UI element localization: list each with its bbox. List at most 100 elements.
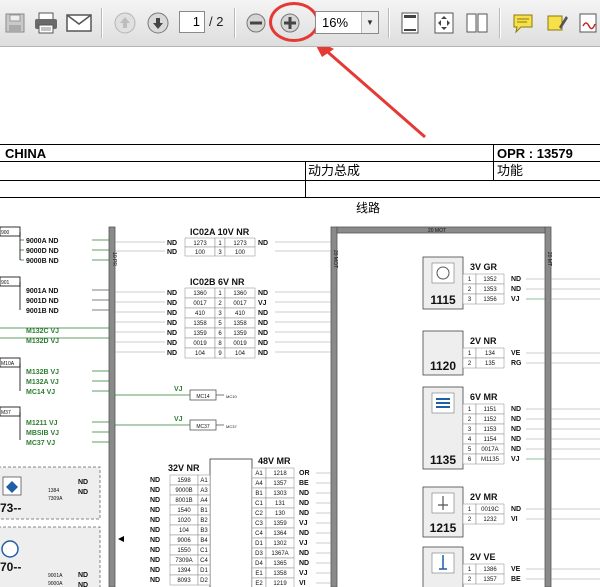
wire-label: ND: [167, 310, 177, 317]
frame-tag: 20 MT: [546, 252, 552, 266]
pin-number: A4: [255, 481, 263, 487]
pin-wire-number: 1359: [193, 331, 207, 337]
pin-wire-number: 1550: [177, 548, 191, 554]
wire-label: ND: [299, 490, 309, 497]
connector-title: 2V VE: [470, 552, 496, 562]
pin-wire-number: 1357: [273, 481, 287, 487]
arrow-marker: [118, 536, 124, 542]
wire-label: ND: [167, 320, 177, 327]
wire-label: ND: [511, 426, 521, 433]
next-page-icon[interactable]: [144, 9, 172, 37]
pin-number: D1: [255, 541, 263, 547]
mc-tag: MC10: [226, 394, 237, 399]
pin-wire-number: 0019C: [481, 507, 499, 513]
page-number-input[interactable]: 1: [179, 11, 205, 33]
pin-wire-number: 134: [485, 351, 496, 357]
wire-label: VJ: [299, 520, 308, 527]
wire-label: M132B VJ: [26, 369, 59, 376]
save-icon[interactable]: [2, 9, 28, 37]
pin-wire-number: 104: [195, 351, 206, 357]
chevron-down-icon[interactable]: ▼: [361, 12, 378, 33]
pin-wire-number: 130: [275, 511, 286, 517]
connector-tag-label: M37: [1, 410, 11, 416]
pin-wire-number: 1151: [484, 407, 498, 413]
wire-label: ND: [150, 567, 160, 574]
component-id: 1120: [430, 359, 456, 373]
highlight-circle: [269, 2, 319, 42]
wire-label: ND: [258, 350, 268, 357]
wire-label: ND: [150, 497, 160, 504]
zoom-select[interactable]: 16% ▼: [315, 11, 379, 34]
sign-icon[interactable]: [578, 9, 600, 37]
print-icon[interactable]: [32, 9, 60, 37]
connector-title: 48V MR: [258, 456, 291, 466]
wire-label: ND: [258, 330, 268, 337]
wire-label: ND: [511, 436, 521, 443]
wire-ref: 1384: [48, 488, 59, 494]
callout-arrow: [321, 47, 426, 139]
pin-wire-number: 1232: [483, 517, 497, 523]
wire-label: ND: [167, 340, 177, 347]
frame-bar: [544, 226, 552, 587]
wire-label: ND: [150, 537, 160, 544]
wire-label: 9000D ND: [26, 248, 59, 255]
component-icon-frame: [431, 262, 455, 284]
pin-number: E2: [255, 581, 263, 587]
wire-label: ND: [299, 530, 309, 537]
wire-label: VE: [511, 350, 521, 357]
pin-wire-number: 1152: [484, 417, 498, 423]
wire-label: ND: [150, 527, 160, 534]
wire-label: VJ: [174, 386, 183, 393]
pin-wire-number: 1356: [483, 297, 497, 303]
wire-label: M132D VJ: [26, 338, 59, 345]
pin-wire-number: 9006: [177, 538, 191, 544]
wire-ref: 9001A: [48, 573, 63, 579]
component-id: 1115: [430, 293, 456, 307]
fit-page-icon[interactable]: [396, 9, 424, 37]
email-icon[interactable]: [64, 9, 94, 37]
pin-wire-number: 1365: [273, 561, 287, 567]
pin-wire-number: 131: [275, 501, 286, 507]
pin-wire-number: 8001B: [175, 498, 192, 504]
mc-connector-label: MC14: [196, 394, 210, 400]
wire-label: ND: [150, 547, 160, 554]
wire-label: 9000B ND: [26, 258, 59, 265]
pin-number: E1: [255, 571, 263, 577]
wire-label: ND: [299, 510, 309, 517]
wire-label: VJ: [299, 570, 308, 577]
zoom-out-icon[interactable]: [243, 9, 269, 37]
wire-label: ND: [511, 446, 521, 453]
toolbar-separator: [101, 8, 102, 38]
connector-title: 2V MR: [470, 492, 498, 502]
wire-label: VJ: [299, 540, 308, 547]
wire-label: 9001B ND: [26, 308, 59, 315]
pin-wire-number: 100: [235, 250, 246, 256]
wire-label: ND: [258, 290, 268, 297]
pin-number: C2: [255, 511, 263, 517]
highlight-text-icon[interactable]: [543, 9, 571, 37]
pin-wire-number: 1358: [273, 571, 287, 577]
pin-wire-number: 0017: [193, 301, 207, 307]
pin-wire-number: 1273: [233, 241, 247, 247]
comment-icon[interactable]: [509, 9, 537, 37]
previous-page-icon[interactable]: [111, 9, 139, 37]
pin-number: B2: [200, 518, 208, 524]
document-page: CHINA OPR : 13579 动力总成 功能 线路 20 MOT 10 PR…: [0, 47, 600, 587]
pin-wire-number: 1394: [177, 568, 191, 574]
wire-label: ND: [167, 300, 177, 307]
two-page-icon[interactable]: [463, 9, 491, 37]
wire-label: ND: [150, 577, 160, 584]
wire-label: ND: [150, 477, 160, 484]
wire-label: ND: [511, 276, 521, 283]
pin-wire-number: 7309A: [175, 558, 192, 564]
connector-tag-label: 901: [1, 280, 10, 286]
pin-wire-number: 1153: [484, 427, 498, 433]
fit-width-icon[interactable]: [430, 9, 458, 37]
pin-wire-number: 410: [195, 311, 206, 317]
pin-number: A1: [200, 478, 208, 484]
wire-label: M132A VJ: [26, 379, 59, 386]
wire-label: ND: [167, 249, 177, 256]
pin-wire-number: 0019: [233, 341, 247, 347]
pin-wire-number: 135: [485, 361, 496, 367]
pin-number: D2: [200, 578, 208, 584]
